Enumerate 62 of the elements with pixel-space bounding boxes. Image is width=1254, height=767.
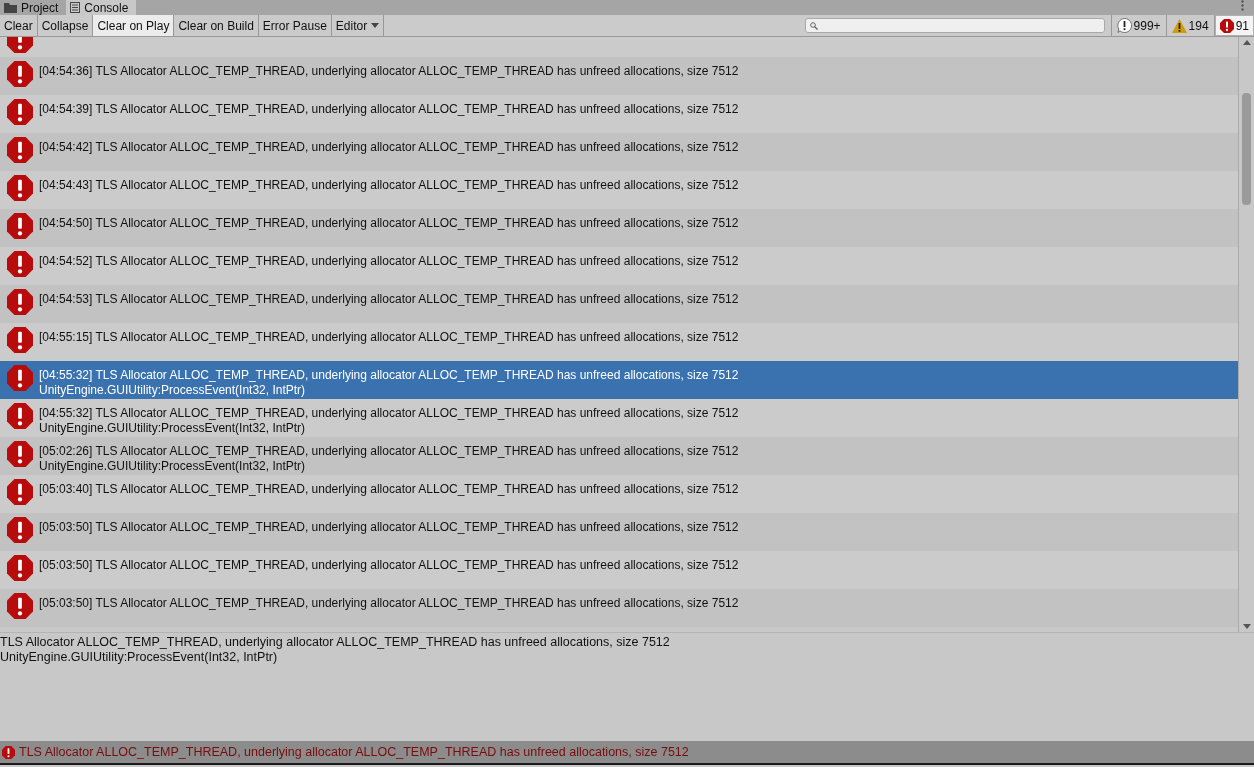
log-message: [04:54:50] TLS Allocator ALLOC_TEMP_THREAD, underlying allocator ALLOC_TEMP_THREAD has unfreed allocations, size 7512 [39,216,739,231]
log-entry[interactable]: [05:02:26] TLS Allocator ALLOC_TEMP_THREAD, underlying allocator ALLOC_TEMP_THREAD has unfreed allocations, size 7512 UnityEngine.GUIUtility:ProcessEvent(Int32, IntPtr) [0,437,1238,475]
detail-text: TLS Allocator ALLOC_TEMP_THREAD, underlying allocator ALLOC_TEMP_THREAD has unfreed allocations, size 7512 [0,635,671,650]
log-message: [04:55:32] TLS Allocator ALLOC_TEMP_THREAD, underlying allocator ALLOC_TEMP_THREAD has unfreed allocations, size 7512 [39,368,739,383]
scroll-up-icon[interactable] [1242,40,1251,45]
detail-text: UnityEngine.GUIUtility:ProcessEvent(Int32, IntPtr) [0,650,279,665]
error-icon [7,175,33,201]
log-message: [05:03:50] TLS Allocator ALLOC_TEMP_THREAD, underlying allocator ALLOC_TEMP_THREAD has unfreed allocations, size 7512 [39,558,739,573]
scrollbar[interactable] [1238,37,1254,632]
scrollbar-thumb[interactable] [1242,93,1251,205]
log-message: [04:55:32] TLS Allocator ALLOC_TEMP_THREAD, underlying allocator ALLOC_TEMP_THREAD has unfreed allocations, size 7512 [39,406,739,421]
toggle-button[interactable]: Clear on Play [93,15,175,36]
error-icon [7,61,33,87]
log-message: [05:02:26] TLS Allocator ALLOC_TEMP_THREAD, underlying allocator ALLOC_TEMP_THREAD has unfreed allocations, size 7512 [39,444,739,459]
log-message: [04:54:42] TLS Allocator ALLOC_TEMP_THREAD, underlying allocator ALLOC_TEMP_THREAD has unfreed allocations, size 7512 [39,140,739,155]
log-entry[interactable]: [04:54:42] TLS Allocator ALLOC_TEMP_THREAD, underlying allocator ALLOC_TEMP_THREAD has unfreed allocations, size 7512 [0,133,1238,171]
search-field[interactable] [804,18,1105,33]
caret-icon [371,23,380,28]
log-message: [04:54:36] TLS Allocator ALLOC_TEMP_THREAD, underlying allocator ALLOC_TEMP_THREAD has unfreed allocations, size 7512 [39,64,739,79]
error-icon [7,213,33,239]
info-bubble-icon [1116,18,1132,33]
log-entry[interactable]: [04:54:50] TLS Allocator ALLOC_TEMP_THREAD, underlying allocator ALLOC_TEMP_THREAD has unfreed allocations, size 7512 [0,209,1238,247]
error-count-button[interactable]: 91 [1213,15,1254,36]
error-icon [7,441,33,467]
status-message: TLS Allocator ALLOC_TEMP_THREAD, underlying allocator ALLOC_TEMP_THREAD has unfreed allocations, size 7512 [19,743,689,761]
error-icon [7,555,33,581]
log-message: UnityEngine.GUIUtility:ProcessEvent(Int32, IntPtr) [39,421,307,436]
error-icon [7,479,33,505]
warning-icon [1171,18,1187,33]
log-message: [04:54:39] TLS Allocator ALLOC_TEMP_THREAD, underlying allocator ALLOC_TEMP_THREAD has unfreed allocations, size 7512 [39,102,739,117]
search-icon [809,21,818,30]
error-icon [2,745,15,759]
log-message: [04:54:43] TLS Allocator ALLOC_TEMP_THREAD, underlying allocator ALLOC_TEMP_THREAD has unfreed allocations, size 7512 [39,178,739,193]
folder-icon [4,2,17,13]
tab[interactable]: Project [0,0,67,15]
console-icon [70,2,81,13]
error-icon [1219,18,1234,33]
error-icon [7,365,33,391]
error-icon [7,327,33,353]
error-icon [7,99,33,125]
log-entry[interactable]: [05:03:50] TLS Allocator ALLOC_TEMP_THREAD, underlying allocator ALLOC_TEMP_THREAD has unfreed allocations, size 7512 [0,589,1238,627]
more-options-icon[interactable] [1241,0,1244,12]
log-message: UnityEngine.GUIUtility:ProcessEvent(Int32, IntPtr) [39,383,307,398]
log-message: [05:03:50] TLS Allocator ALLOC_TEMP_THREAD, underlying allocator ALLOC_TEMP_THREAD has unfreed allocations, size 7512 [39,520,739,535]
error-icon [7,517,33,543]
log-message: [04:55:15] TLS Allocator ALLOC_TEMP_THREAD, underlying allocator ALLOC_TEMP_THREAD has unfreed allocations, size 7512 [39,330,739,345]
error-icon [7,403,33,429]
log-message: [04:54:52] TLS Allocator ALLOC_TEMP_THREAD, underlying allocator ALLOC_TEMP_THREAD has unfreed allocations, size 7512 [39,254,739,269]
log-entry[interactable]: [05:03:50] TLS Allocator ALLOC_TEMP_THREAD, underlying allocator ALLOC_TEMP_THREAD has unfreed allocations, size 7512 [0,513,1238,551]
error-icon [7,137,33,163]
log-entry[interactable]: [04:54:53] TLS Allocator ALLOC_TEMP_THREAD, underlying allocator ALLOC_TEMP_THREAD has unfreed allocations, size 7512 [0,285,1238,323]
error-icon [7,251,33,277]
tab[interactable]: Console [66,0,137,15]
scroll-down-icon[interactable] [1242,624,1251,629]
log-entry[interactable]: [04:54:36] TLS Allocator ALLOC_TEMP_THREAD, underlying allocator ALLOC_TEMP_THREAD has unfreed allocations, size 7512 [0,57,1238,95]
log-entry[interactable]: [04:55:32] TLS Allocator ALLOC_TEMP_THREAD, underlying allocator ALLOC_TEMP_THREAD has unfreed allocations, size 7512 UnityEngine.GUIUtility:ProcessEvent(Int32, IntPtr) [0,361,1238,399]
error-icon [7,289,33,315]
log-message: [04:54:53] TLS Allocator ALLOC_TEMP_THREAD, underlying allocator ALLOC_TEMP_THREAD has unfreed allocations, size 7512 [39,292,739,307]
log-message: [05:03:50] TLS Allocator ALLOC_TEMP_THREAD, underlying allocator ALLOC_TEMP_THREAD has unfreed allocations, size 7512 [39,596,739,611]
log-message: UnityEngine.GUIUtility:ProcessEvent(Int32, IntPtr) [39,459,307,474]
log-message: [05:03:40] TLS Allocator ALLOC_TEMP_THREAD, underlying allocator ALLOC_TEMP_THREAD has unfreed allocations, size 7512 [39,482,739,497]
error-icon [7,593,33,619]
